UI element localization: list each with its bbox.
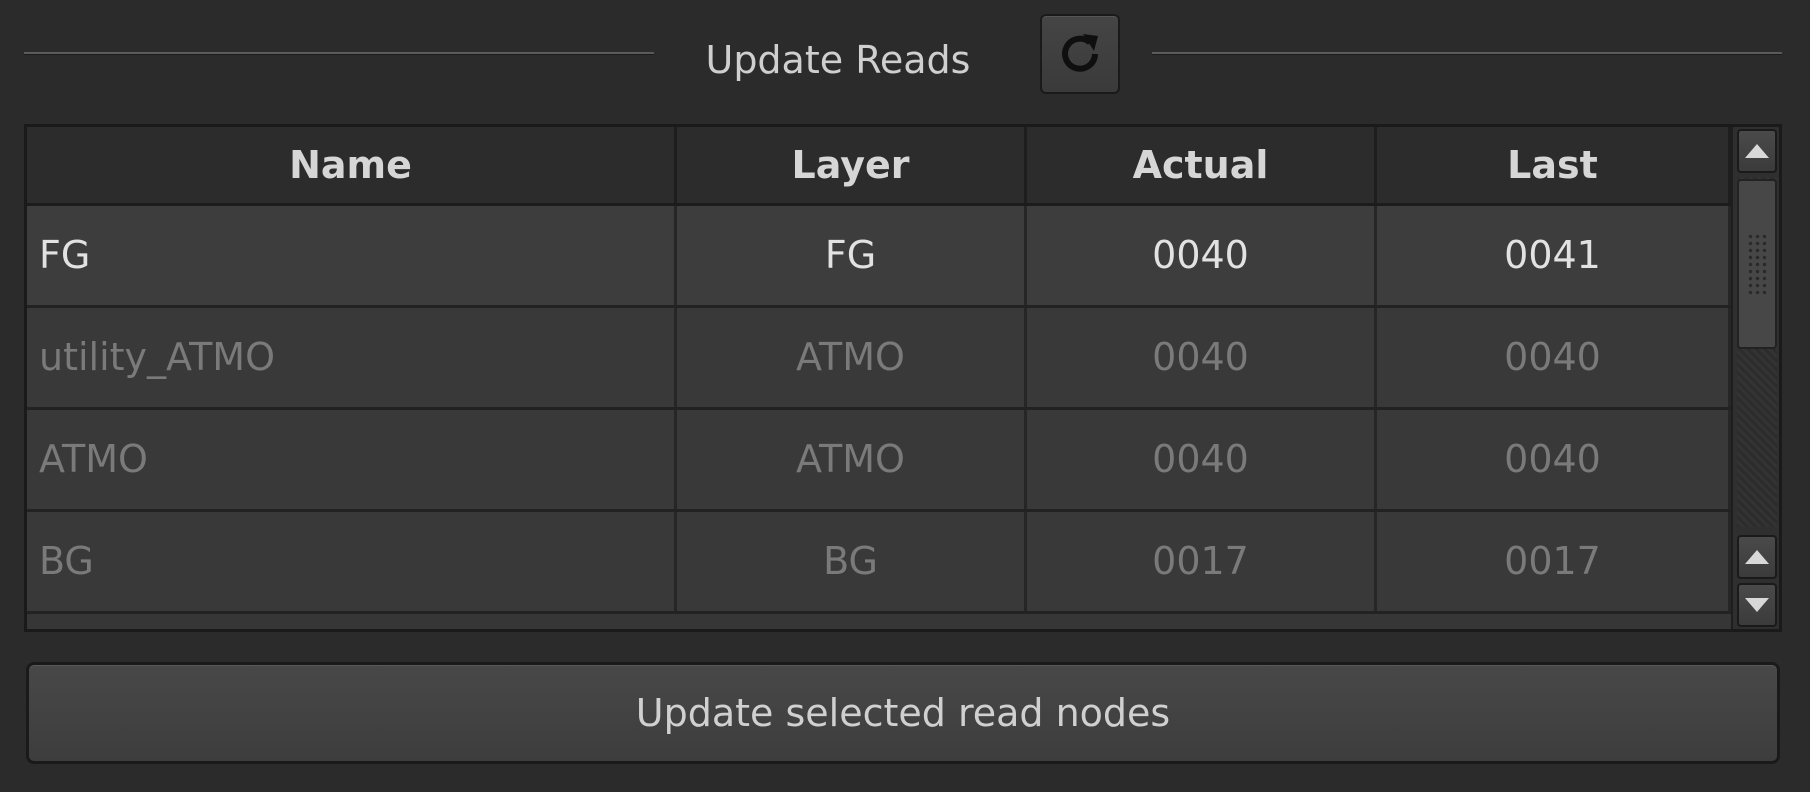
scroll-page-up-button[interactable]: [1737, 535, 1777, 579]
arrow-up-icon: [1745, 550, 1769, 564]
column-header-actual[interactable]: Actual: [1027, 127, 1377, 203]
cell-last: 0017: [1377, 512, 1731, 611]
cell-name: FG: [27, 206, 677, 305]
cell-name: ATMO: [27, 410, 677, 509]
scroll-down-button[interactable]: [1737, 583, 1777, 627]
cell-layer: ATMO: [677, 410, 1027, 509]
divider-left: [24, 52, 654, 55]
panel-header: Update Reads: [0, 0, 1810, 120]
column-header-last[interactable]: Last: [1377, 127, 1731, 203]
cell-actual: 0040: [1027, 410, 1377, 509]
scroll-up-button[interactable]: [1737, 129, 1777, 173]
table-row[interactable]: FG FG 0040 0041: [27, 206, 1731, 308]
cell-layer: BG: [677, 512, 1027, 611]
panel-title: Update Reads: [705, 38, 971, 82]
divider-right: [1152, 52, 1782, 55]
arrow-up-icon: [1745, 144, 1769, 158]
table-body: FG FG 0040 0041 utility_ATMO ATMO 0040 0…: [27, 206, 1731, 614]
cell-actual: 0040: [1027, 206, 1377, 305]
cell-last: 0040: [1377, 308, 1731, 407]
grip-icon: [1747, 233, 1769, 295]
column-header-layer[interactable]: Layer: [677, 127, 1027, 203]
table-row[interactable]: utility_ATMO ATMO 0040 0040: [27, 308, 1731, 410]
cell-layer: ATMO: [677, 308, 1027, 407]
update-selected-button[interactable]: Update selected read nodes: [26, 662, 1780, 764]
reads-table: Name Layer Actual Last FG FG 0040 0041 u…: [24, 124, 1782, 632]
arrow-down-icon: [1745, 598, 1769, 612]
scroll-thumb[interactable]: [1737, 179, 1777, 349]
cell-actual: 0017: [1027, 512, 1377, 611]
cell-layer: FG: [677, 206, 1027, 305]
table-row[interactable]: BG BG 0017 0017: [27, 512, 1731, 614]
table-header: Name Layer Actual Last: [27, 127, 1731, 206]
vertical-scrollbar[interactable]: [1731, 127, 1779, 629]
column-header-name[interactable]: Name: [27, 127, 677, 203]
cell-actual: 0040: [1027, 308, 1377, 407]
cell-name: BG: [27, 512, 677, 611]
refresh-button[interactable]: [1040, 14, 1120, 94]
cell-name: utility_ATMO: [27, 308, 677, 407]
table-row[interactable]: ATMO ATMO 0040 0040: [27, 410, 1731, 512]
refresh-icon: [1062, 34, 1098, 72]
cell-last: 0041: [1377, 206, 1731, 305]
cell-last: 0040: [1377, 410, 1731, 509]
